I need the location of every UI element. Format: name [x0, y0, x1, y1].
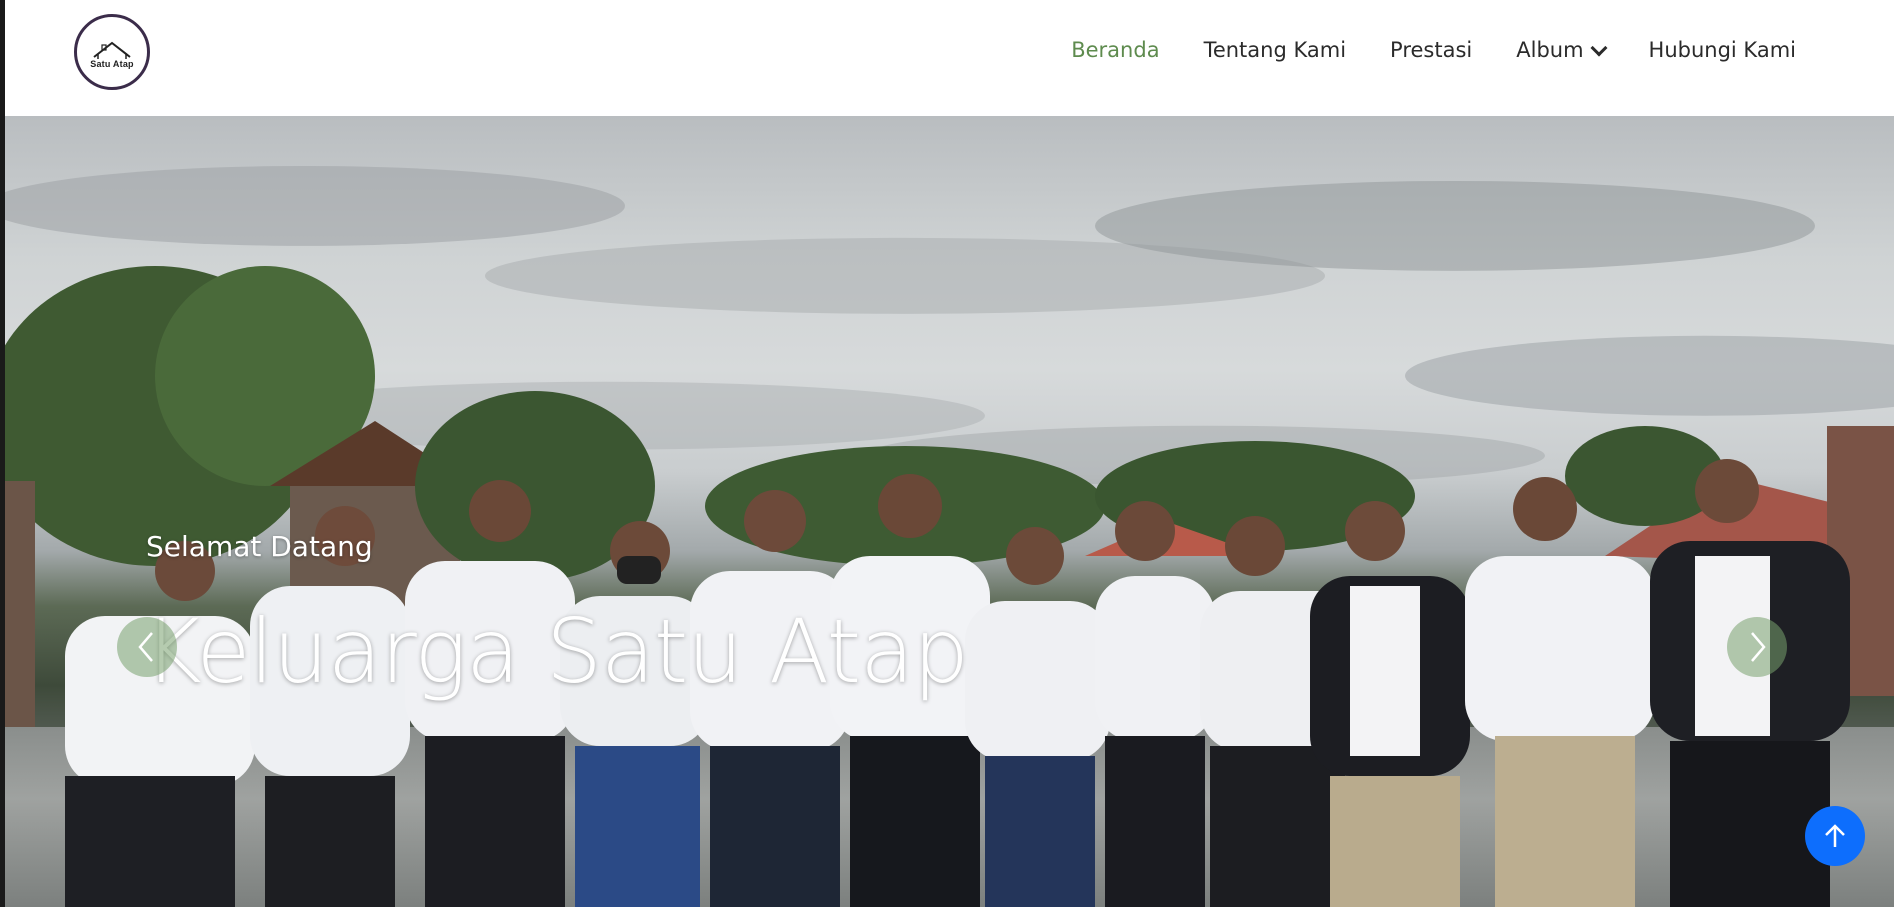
logo-text: Satu Atap — [90, 59, 134, 69]
carousel-next-button[interactable] — [1727, 617, 1787, 677]
nav-item-label: Hubungi Kami — [1648, 38, 1796, 62]
main-nav: Beranda Tentang Kami Prestasi Album Hubu… — [1027, 38, 1796, 62]
nav-item-label: Tentang Kami — [1203, 38, 1347, 62]
chevron-down-icon — [1590, 39, 1608, 56]
group-photo — [65, 459, 1850, 907]
house-icon — [93, 41, 131, 59]
nav-item-label: Album — [1516, 38, 1584, 62]
nav-item-beranda[interactable]: Beranda — [1071, 38, 1159, 62]
navbar: Satu Atap Beranda Tentang Kami Prestasi … — [5, 0, 1894, 116]
nav-item-label: Beranda — [1071, 38, 1160, 62]
chevron-right-icon — [1751, 632, 1766, 662]
arrow-up-icon — [1825, 824, 1845, 847]
carousel-prev-button[interactable] — [117, 617, 177, 677]
hero-subtitle: Selamat Datang — [146, 530, 373, 563]
nav-item-hubungi-kami[interactable]: Hubungi Kami — [1649, 38, 1796, 62]
hero-carousel: Selamat Datang Keluarga Satu Atap — [5, 116, 1894, 907]
chevron-left-icon — [138, 632, 153, 662]
nav-item-album[interactable]: Album — [1516, 38, 1608, 62]
scroll-to-top-button[interactable] — [1805, 806, 1865, 866]
page: Satu Atap Beranda Tentang Kami Prestasi … — [5, 0, 1894, 907]
nav-item-tentang-kami[interactable]: Tentang Kami — [1204, 38, 1346, 62]
nav-item-label: Prestasi — [1390, 38, 1473, 62]
nav-item-prestasi[interactable]: Prestasi — [1390, 38, 1472, 62]
hero-title: Keluarga Satu Atap — [144, 600, 969, 703]
site-logo[interactable]: Satu Atap — [74, 14, 150, 90]
